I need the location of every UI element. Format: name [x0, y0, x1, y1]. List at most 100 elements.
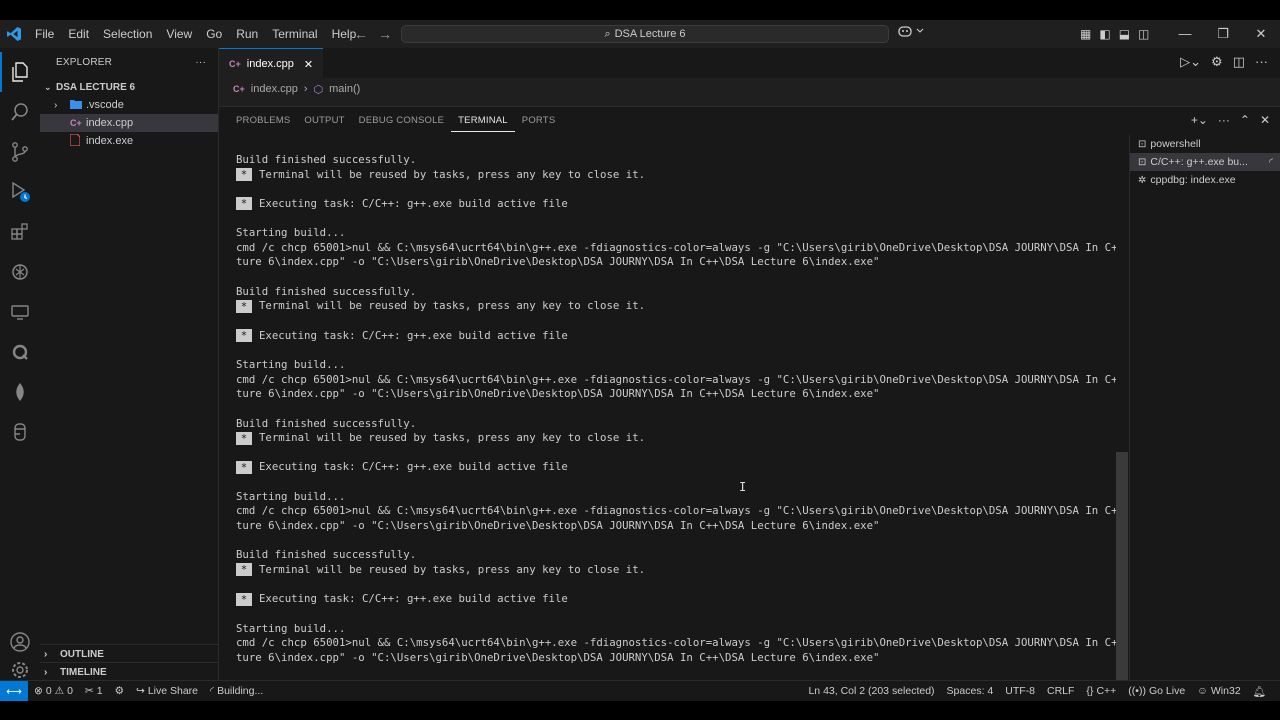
building-status[interactable]: ◜ Building... — [204, 685, 269, 697]
exe-file-icon — [69, 132, 86, 149]
toggle-secondary-sidebar-icon[interactable]: ◫ — [1138, 20, 1149, 48]
explorer-icon[interactable] — [0, 52, 32, 92]
terminal-item-cppdbg[interactable]: ✲ cppdbg: index.exe — [1130, 171, 1280, 189]
mongodb-icon[interactable] — [8, 380, 32, 404]
more-actions-icon[interactable]: ··· — [1218, 113, 1230, 127]
notifications-icon[interactable]: 🔔︎ — [1247, 685, 1272, 698]
terminal-line: Starting build... — [236, 358, 1116, 373]
terminal-line-text: cmd /c chcp 65001>nul && C:\msys64\ucrt6… — [236, 636, 1116, 650]
problems-status[interactable]: ⊗ 0 ⚠ 0 — [28, 685, 79, 697]
breadcrumb-file[interactable]: index.cpp — [251, 83, 298, 95]
timeline-section[interactable]: › TIMELINE — [40, 662, 218, 681]
status-bar: ⟷ ⊗ 0 ⚠ 0 ✂ 1 ⚙ ↪ Live Share ◜ Building.… — [0, 680, 1280, 701]
go-live-label: Go Live — [1148, 685, 1186, 697]
minimize-icon[interactable]: — — [1166, 20, 1204, 48]
terminal-line: ture 6\index.cpp" -o "C:\Users\girib\One… — [236, 387, 1116, 402]
menu-edit[interactable]: Edit — [61, 20, 96, 48]
breadcrumb-symbol[interactable]: main() — [329, 83, 360, 95]
terminal-line: Build finished successfully. — [236, 548, 1116, 563]
editor-actions: ▷⌄ ⚙ ◫ ··· — [1180, 54, 1268, 70]
cpp-file-icon: C+ — [233, 84, 245, 94]
tree-item-label: .vscode — [86, 99, 124, 111]
live-share-status[interactable]: ↪ Live Share — [130, 685, 204, 697]
copilot-icon[interactable] — [898, 24, 926, 41]
chatgpt-icon[interactable] — [8, 260, 32, 284]
extensions-icon[interactable] — [8, 220, 32, 244]
toggle-panel-icon[interactable]: ⬓ — [1119, 20, 1130, 48]
line-ending[interactable]: CRLF — [1041, 685, 1080, 697]
accounts-icon[interactable] — [8, 630, 32, 654]
language-mode[interactable]: {} C++ — [1080, 685, 1122, 697]
toggle-primary-sidebar-icon[interactable]: ◧ — [1099, 20, 1110, 48]
tab-label: index.cpp — [246, 58, 294, 70]
customize-layout-icon[interactable]: ▦ — [1080, 20, 1091, 48]
menu-run[interactable]: Run — [229, 20, 265, 48]
close-icon[interactable]: ✕ — [304, 58, 313, 71]
outline-section[interactable]: › OUTLINE — [40, 644, 218, 663]
workspace-folder[interactable]: ⌄ DSA LECTURE 6 — [40, 78, 218, 96]
cursor-position[interactable]: Ln 43, Col 2 (203 selected) — [802, 685, 940, 697]
remote-explorer-icon[interactable] — [8, 300, 32, 324]
terminal-line-text: Build finished successfully. — [236, 548, 417, 562]
tab-debug-console[interactable]: DEBUG CONSOLE — [352, 107, 451, 135]
maximize-panel-icon[interactable]: ⌃ — [1240, 113, 1250, 127]
menu-file[interactable]: File — [28, 20, 61, 48]
warning-count: 0 — [67, 685, 73, 697]
gitlens-icon[interactable] — [8, 340, 32, 364]
search-icon[interactable] — [8, 100, 32, 124]
gear-icon[interactable] — [8, 660, 32, 680]
restore-icon[interactable]: ❐ — [1204, 20, 1242, 48]
close-icon[interactable]: ✕ — [1242, 20, 1280, 48]
indentation[interactable]: Spaces: 4 — [941, 685, 1000, 697]
terminal-scrollbar-thumb[interactable] — [1116, 452, 1128, 680]
encoding[interactable]: UTF-8 — [999, 685, 1041, 697]
terminal-line: * Terminal will be reused by tasks, press… — [236, 168, 1116, 183]
more-actions-icon[interactable]: ··· — [195, 57, 206, 68]
debug-icon: ⚙ — [114, 685, 124, 697]
explorer-sidebar: EXPLORER ··· ⌄ DSA LECTURE 6 › .vscode C… — [40, 48, 219, 680]
chevron-right-icon: › — [303, 83, 308, 95]
command-center-search[interactable]: ⌕ DSA Lecture 6 — [401, 25, 889, 43]
menu-terminal[interactable]: Terminal — [265, 20, 324, 48]
new-terminal-icon[interactable]: +⌄ — [1191, 113, 1208, 127]
back-arrow-icon[interactable]: ← — [354, 20, 368, 48]
tab-problems[interactable]: PROBLEMS — [229, 107, 297, 135]
source-control-icon[interactable] — [8, 140, 32, 164]
menu-view[interactable]: View — [159, 20, 199, 48]
terminal-line-text: Executing task: C/C++: g++.exe build act… — [259, 592, 568, 606]
tree-item-vscode[interactable]: › .vscode — [40, 96, 218, 114]
run-debug-dropdown-icon[interactable]: ▷⌄ — [1180, 54, 1201, 70]
terminal-output[interactable]: Build finished successfully. * Terminal wi… — [236, 153, 1116, 673]
tab-index-cpp[interactable]: C+ index.cpp ✕ — [219, 48, 324, 79]
terminal-item-build[interactable]: ⊡ C/C++: g++.exe bu... ◜ — [1130, 153, 1280, 171]
debug-status[interactable]: ⚙ — [109, 685, 130, 697]
tab-output[interactable]: OUTPUT — [297, 107, 351, 135]
more-actions-icon[interactable]: ··· — [1255, 54, 1268, 70]
terminal-line: cmd /c chcp 65001>nul && C:\msys64\ucrt6… — [236, 636, 1116, 651]
task-marker-icon: * — [236, 563, 252, 577]
terminal-line: ture 6\index.cpp" -o "C:\Users\girib\One… — [236, 651, 1116, 666]
close-icon[interactable]: ✕ — [1260, 113, 1270, 127]
tree-item-index-cpp[interactable]: C+ index.cpp — [40, 114, 218, 132]
gear-icon[interactable]: ⚙ — [1211, 54, 1223, 70]
remote-indicator-icon[interactable]: ⟷ — [0, 681, 28, 701]
menu-selection[interactable]: Selection — [96, 20, 159, 48]
ports-status[interactable]: ✂ 1 — [79, 685, 109, 697]
terminal-line-text: Build finished successfully. — [236, 153, 417, 166]
task-marker-icon: * — [236, 299, 252, 313]
run-debug-icon[interactable] — [8, 180, 32, 204]
menu-go[interactable]: Go — [199, 20, 229, 48]
split-editor-icon[interactable]: ◫ — [1233, 54, 1245, 70]
platform-status[interactable]: ☺ Win32 — [1191, 685, 1247, 697]
tab-ports[interactable]: PORTS — [515, 107, 563, 135]
debug-icon: ✲ — [1138, 174, 1147, 186]
figma-icon[interactable] — [8, 420, 32, 444]
tree-item-index-exe[interactable]: index.exe — [40, 132, 218, 150]
forward-arrow-icon[interactable]: → — [378, 20, 392, 48]
terminal-item-powershell[interactable]: ⊡ powershell — [1130, 135, 1280, 153]
tab-terminal[interactable]: TERMINAL — [451, 111, 515, 132]
go-live-button[interactable]: ((•)) Go Live — [1122, 685, 1191, 697]
